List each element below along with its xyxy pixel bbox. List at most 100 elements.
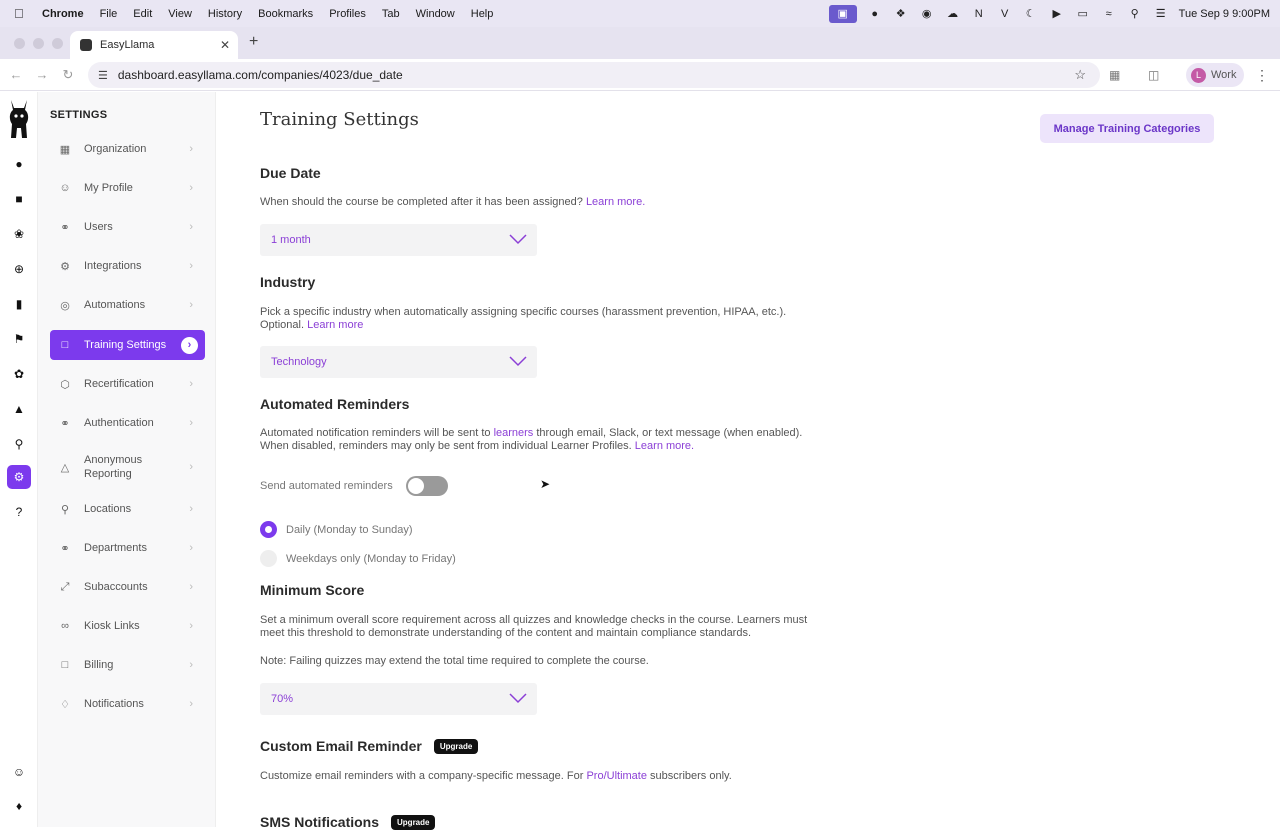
apple-icon[interactable]:  xyxy=(14,6,28,21)
control-center-icon[interactable]: ☰ xyxy=(1153,7,1169,21)
forward-icon[interactable]: → xyxy=(29,67,55,82)
radio-daily-button[interactable] xyxy=(260,521,277,538)
account-icon[interactable]: ☺ xyxy=(9,762,29,782)
site-settings-icon[interactable]: ☰ xyxy=(98,69,108,82)
bookmark-star-icon[interactable]: ☆ xyxy=(1074,67,1086,83)
window-controls[interactable] xyxy=(14,38,63,49)
close-tab-icon[interactable]: ✕ xyxy=(220,38,230,52)
menu-help[interactable]: Help xyxy=(471,8,494,20)
cloud-icon[interactable]: ☁ xyxy=(945,7,961,21)
address-bar[interactable]: ☰ dashboard.easyllama.com/companies/4023… xyxy=(88,62,1100,88)
llama-logo-icon[interactable] xyxy=(5,98,33,142)
profile-chip[interactable]: L Work xyxy=(1186,63,1244,87)
upgrade-badge[interactable]: Upgrade xyxy=(433,739,479,754)
extensions-icon[interactable]: ▦ xyxy=(1109,68,1120,82)
clipboard-icon[interactable]: ■ xyxy=(9,189,29,209)
radio-daily[interactable]: Daily (Monday to Sunday) xyxy=(260,521,413,538)
mouse-cursor-icon: ➤ xyxy=(540,477,551,491)
play-icon[interactable]: ▶ xyxy=(1049,7,1065,21)
due-date-learn-more-link[interactable]: Learn more. xyxy=(586,196,645,208)
moon-icon[interactable]: ☾ xyxy=(1023,7,1039,21)
figma-icon[interactable]: ❖ xyxy=(893,7,909,21)
llama-small-icon[interactable]: ♦ xyxy=(9,796,29,816)
plus-circle-icon[interactable]: ⊕ xyxy=(9,259,29,279)
building-icon: ▦ xyxy=(59,143,71,156)
menu-profiles[interactable]: Profiles xyxy=(329,8,366,20)
sidebar-item-integrations[interactable]: ⚙ Integrations › xyxy=(50,251,205,281)
sidebar-item-subaccounts[interactable]: ⤢ Subaccounts › xyxy=(50,572,205,602)
learners-link[interactable]: learners xyxy=(494,427,534,439)
sidebar-item-billing[interactable]: □ Billing › xyxy=(50,650,205,680)
sms-title: SMS Notifications xyxy=(260,814,380,830)
sidebar-item-label: Departments xyxy=(84,542,147,554)
palette-icon[interactable]: ✿ xyxy=(9,364,29,384)
sidebar-item-automations[interactable]: ◎ Automations › xyxy=(50,290,205,320)
upgrade-badge[interactable]: Upgrade xyxy=(391,815,436,830)
chevron-right-icon: › xyxy=(189,378,193,390)
clock[interactable]: Tue Sep 9 9:00PM xyxy=(1179,8,1270,20)
sidebar-item-notifications[interactable]: ♢ Notifications › xyxy=(50,689,205,719)
radio-weekdays[interactable]: Weekdays only (Monday to Friday) xyxy=(260,550,456,567)
min-score-heading: Minimum Score xyxy=(260,582,365,598)
menu-file[interactable]: File xyxy=(100,8,118,20)
sidebar-item-training-settings[interactable]: □ Training Settings › xyxy=(50,330,205,360)
sidebar-item-label: Subaccounts xyxy=(84,581,148,593)
help-icon[interactable]: ? xyxy=(9,502,29,522)
close-window-icon[interactable] xyxy=(14,38,25,49)
min-score-select[interactable]: 70% xyxy=(260,683,537,715)
bar-chart-icon[interactable]: ▮ xyxy=(9,294,29,314)
graduation-cap-icon[interactable]: ▲ xyxy=(9,399,29,419)
sidebar-item-organization[interactable]: ▦ Organization › xyxy=(50,134,205,164)
reload-icon[interactable]: ↻ xyxy=(55,67,81,83)
notion-icon[interactable]: N xyxy=(971,7,987,21)
browser-tab[interactable]: EasyLlama ✕ xyxy=(70,31,238,59)
side-panel-icon[interactable]: ◫ xyxy=(1148,68,1159,82)
sidebar-item-users[interactable]: ⚭ Users › xyxy=(50,212,205,242)
screen-record-icon[interactable]: ▣ xyxy=(828,4,857,23)
pro-ultimate-link[interactable]: Pro/Ultimate xyxy=(586,770,647,782)
wifi-icon[interactable]: ≈ xyxy=(1101,7,1117,21)
menu-window[interactable]: Window xyxy=(416,8,455,20)
sidebar-item-recertification[interactable]: ⬡ Recertification › xyxy=(50,369,205,399)
maximize-window-icon[interactable] xyxy=(52,38,63,49)
radio-weekdays-button[interactable] xyxy=(260,550,277,567)
zoom-icon[interactable]: ● xyxy=(867,7,883,21)
due-date-select[interactable]: 1 month xyxy=(260,224,537,256)
app: ● ■ ❀ ⊕ ▮ ⚑ ✿ ▲ ⚲ ⚙ ? ☺ ♦ SETTINGS ▦ Org… xyxy=(0,92,1280,830)
minimize-window-icon[interactable] xyxy=(33,38,44,49)
reminders-learn-more-link[interactable]: Learn more. xyxy=(635,440,694,452)
send-reminders-label: Send automated reminders xyxy=(260,480,393,492)
sidebar-item-anonymous-reporting[interactable]: △ Anonymous Reporting › xyxy=(50,450,205,484)
hands-icon[interactable]: ❀ xyxy=(9,224,29,244)
sidebar-item-my-profile[interactable]: ☺ My Profile › xyxy=(50,173,205,203)
menu-history[interactable]: History xyxy=(208,8,242,20)
sidebar-item-authentication[interactable]: ⚭ Authentication › xyxy=(50,408,205,438)
back-icon[interactable]: ← xyxy=(3,67,29,82)
search-icon[interactable]: ⚲ xyxy=(9,434,29,454)
sidebar-item-departments[interactable]: ⚭ Departments › xyxy=(50,533,205,563)
industry-learn-more-link[interactable]: Learn more xyxy=(307,319,363,331)
menu-edit[interactable]: Edit xyxy=(133,8,152,20)
sidebar-item-label: Locations xyxy=(84,503,132,515)
sidebar-item-locations[interactable]: ⚲ Locations › xyxy=(50,494,205,524)
reminders-desc-line2: When disabled, reminders may only be sen… xyxy=(260,440,632,452)
github-icon[interactable]: ◉ xyxy=(919,7,935,21)
menu-chrome[interactable]: Chrome xyxy=(42,8,84,20)
menu-bookmarks[interactable]: Bookmarks xyxy=(258,8,313,20)
settings-gear-icon[interactable]: ⚙ xyxy=(7,465,31,489)
industry-select[interactable]: Technology xyxy=(260,346,537,378)
sidebar-item-kiosk-links[interactable]: ∞ Kiosk Links › xyxy=(50,611,205,641)
send-reminders-toggle[interactable] xyxy=(405,476,448,496)
search-icon[interactable]: ⚲ xyxy=(1127,7,1143,21)
new-tab-icon[interactable]: + xyxy=(249,33,258,51)
manage-training-categories-button[interactable]: Manage Training Categories xyxy=(1040,114,1214,143)
pin-icon: ⚲ xyxy=(60,503,70,516)
flag-icon[interactable]: ⚑ xyxy=(9,329,29,349)
more-menu-icon[interactable]: ⋮ xyxy=(1255,67,1269,84)
menu-tab[interactable]: Tab xyxy=(382,8,400,20)
vimeo-icon[interactable]: V xyxy=(997,7,1013,21)
battery-icon[interactable]: ▭ xyxy=(1075,7,1091,21)
person-icon[interactable]: ● xyxy=(9,154,29,174)
url-text[interactable]: dashboard.easyllama.com/companies/4023/d… xyxy=(118,68,403,82)
menu-view[interactable]: View xyxy=(168,8,192,20)
